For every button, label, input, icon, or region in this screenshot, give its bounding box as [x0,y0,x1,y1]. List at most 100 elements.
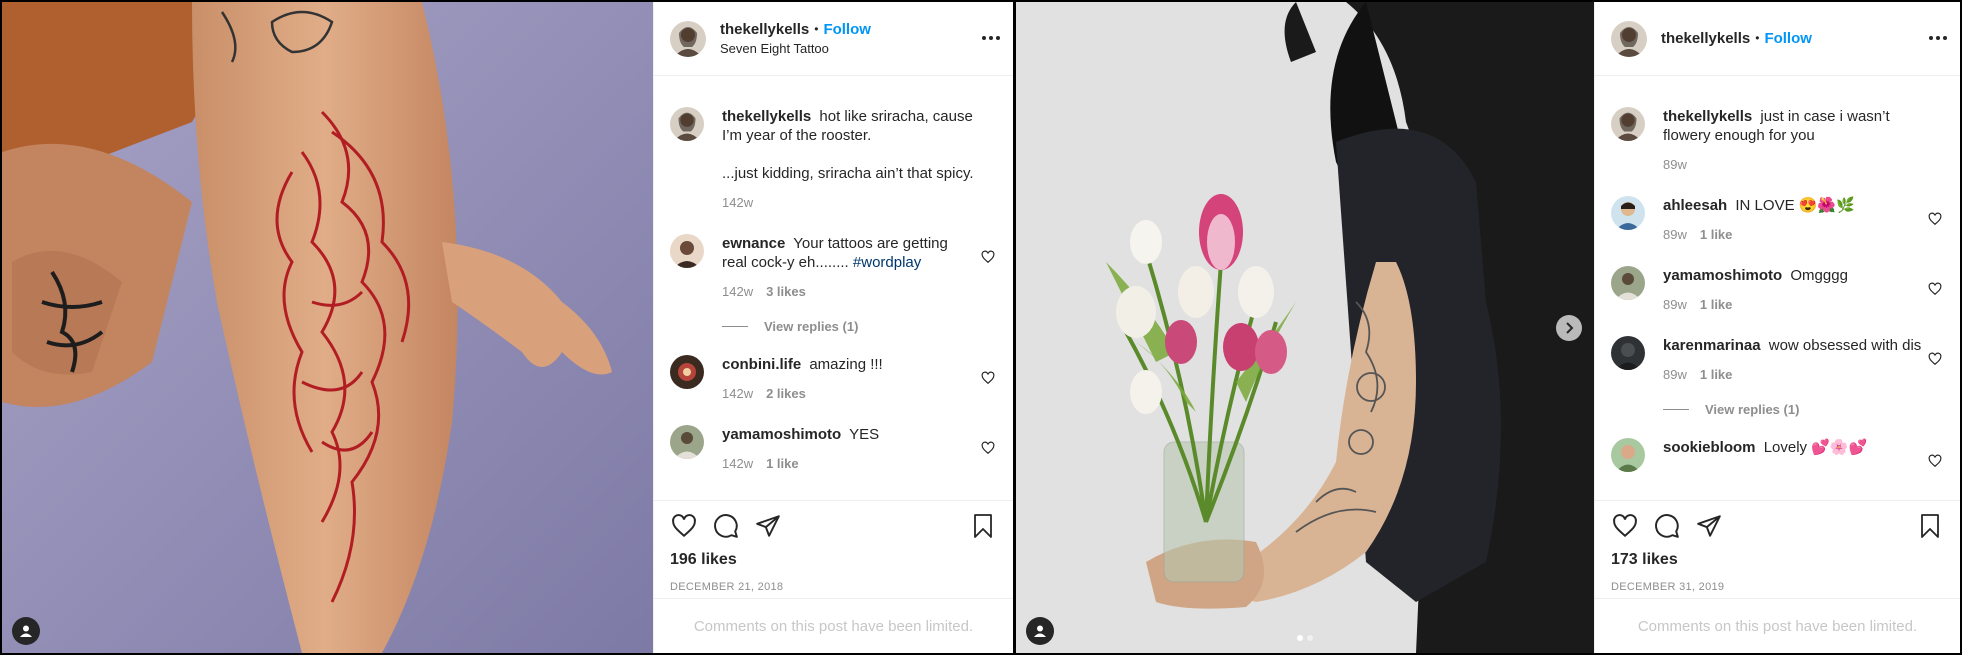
bookmark-icon[interactable] [1916,512,1944,540]
more-options-icon[interactable] [1926,30,1950,46]
timestamp[interactable]: 89w [1663,225,1687,244]
view-replies-button[interactable]: View replies (1) [1663,402,1944,417]
view-replies-label: View replies (1) [764,319,859,334]
comments-limited-notice: Comments on this post have been limited. [654,598,1013,653]
timestamp[interactable]: 89w [1663,365,1687,384]
separator-dot: • [814,21,819,36]
post-2-photo[interactable] [1016,2,1594,653]
timestamp[interactable]: 142w [722,193,753,212]
timestamp[interactable]: 89w [1663,155,1687,174]
comment-item: conbini.life amazing !!! 142w 2 likes [670,355,997,403]
comment-text: wow obsessed with dis [1768,337,1922,354]
comments-limited-notice: Comments on this post have been limited. [1595,598,1960,653]
carousel-indicator [1297,635,1313,641]
avatar[interactable] [670,20,706,57]
user-tag-icon[interactable] [1026,617,1054,645]
view-replies-button[interactable]: View replies (1) [722,319,997,334]
avatar[interactable] [670,234,704,268]
comment-username[interactable]: yamamoshimoto [1663,267,1782,284]
paper-plane-icon[interactable] [1695,512,1723,540]
heart-icon[interactable] [1928,352,1942,366]
paper-plane-icon[interactable] [754,512,782,540]
comment-username[interactable]: ahleesah [1663,197,1727,214]
replies-divider [1663,409,1689,410]
comment-likes[interactable]: 3 likes [766,282,806,301]
avatar[interactable] [1611,266,1645,300]
post-header: thekellykells • Follow Seven Eight Tatto… [654,2,1013,76]
comment-username[interactable]: karenmarinaa [1663,337,1761,354]
post-actions: 196 likes DECEMBER 21, 2018 [654,500,1013,596]
avatar[interactable] [1611,107,1645,141]
like-count[interactable]: 196 likes [670,551,997,569]
post-actions: 173 likes DECEMBER 31, 2019 [1595,500,1960,596]
chevron-right-icon[interactable] [1556,315,1582,341]
comment-likes[interactable]: 1 like [1700,365,1733,384]
username-link[interactable]: thekellykells [720,20,809,39]
bookmark-icon[interactable] [969,512,997,540]
comment-bubble-icon[interactable] [712,512,740,540]
hashtag-link[interactable]: #wordplay [853,254,921,271]
follow-button[interactable]: Follow [823,20,871,39]
post-1-photo[interactable] [2,2,653,653]
timestamp[interactable]: 89w [1663,295,1687,314]
more-options-icon[interactable] [979,30,1003,46]
comment-text: YES [849,426,880,443]
comments-list[interactable]: thekellykells just in case i wasn’t flow… [1595,76,1960,500]
avatar[interactable] [670,107,704,141]
heart-icon[interactable] [1928,454,1942,468]
avatar[interactable] [1611,196,1645,230]
post-date[interactable]: DECEMBER 31, 2019 [1611,581,1944,593]
replies-divider [722,326,748,327]
comment-username[interactable]: ewnance [722,235,785,252]
timestamp[interactable]: 142w [722,384,753,403]
comment-item: yamamoshimoto YES 142w 1 like [670,425,997,473]
heart-icon[interactable] [1928,212,1942,226]
follow-button[interactable]: Follow [1764,29,1812,48]
avatar[interactable] [670,355,704,389]
comment-likes[interactable]: 1 like [766,454,799,473]
heart-icon[interactable] [1611,512,1639,540]
comment-text: Lovely 💕🌸💕 [1763,439,1868,456]
comment-bubble-icon[interactable] [1653,512,1681,540]
comments-list[interactable]: thekellykells hot like sriracha, cause I… [654,76,1013,500]
heart-icon[interactable] [981,250,995,264]
comment-username[interactable]: yamamoshimoto [722,426,841,443]
comment-likes[interactable]: 1 like [1700,295,1733,314]
carousel-dot [1307,635,1313,641]
comment-likes[interactable]: 1 like [1700,225,1733,244]
post-1-sidebar: thekellykells • Follow Seven Eight Tatto… [653,2,1013,653]
separator-dot: • [1755,31,1760,45]
comment-text: IN LOVE 😍🌺🌿 [1735,197,1855,214]
avatar[interactable] [1611,20,1647,57]
heart-icon[interactable] [981,371,995,385]
caption-text-2: ...just kidding, sriracha ain’t that spi… [722,165,974,182]
post-date[interactable]: DECEMBER 21, 2018 [670,581,997,593]
post-2-sidebar: thekellykells • Follow thekellykells jus… [1594,2,1960,653]
tattoo-leg-photo [2,2,653,653]
post-1: thekellykells • Follow Seven Eight Tatto… [2,2,1013,653]
username-link[interactable]: thekellykells [1661,29,1750,48]
location-link[interactable]: Seven Eight Tattoo [720,39,871,58]
caption-username[interactable]: thekellykells [1663,108,1752,125]
avatar[interactable] [1611,336,1645,370]
comment-text: Omgggg [1790,267,1848,284]
heart-icon[interactable] [670,512,698,540]
post-header: thekellykells • Follow [1595,2,1960,76]
like-count[interactable]: 173 likes [1611,551,1944,569]
view-replies-label: View replies (1) [1705,402,1800,417]
heart-icon[interactable] [981,441,995,455]
caption: thekellykells just in case i wasn’t flow… [1611,107,1944,174]
caption-username[interactable]: thekellykells [722,108,811,125]
heart-icon[interactable] [1928,282,1942,296]
timestamp[interactable]: 142w [722,454,753,473]
post-2: thekellykells • Follow thekellykells jus… [1016,2,1960,653]
avatar[interactable] [1611,438,1645,472]
timestamp[interactable]: 142w [722,282,753,301]
comment-username[interactable]: conbini.life [722,356,801,373]
avatar[interactable] [670,425,704,459]
comment-item: karenmarinaa wow obsessed with dis 89w 1… [1611,336,1944,384]
comment-username[interactable]: sookiebloom [1663,439,1756,456]
user-tag-icon[interactable] [12,617,40,645]
carousel-dot [1297,635,1303,641]
comment-likes[interactable]: 2 likes [766,384,806,403]
